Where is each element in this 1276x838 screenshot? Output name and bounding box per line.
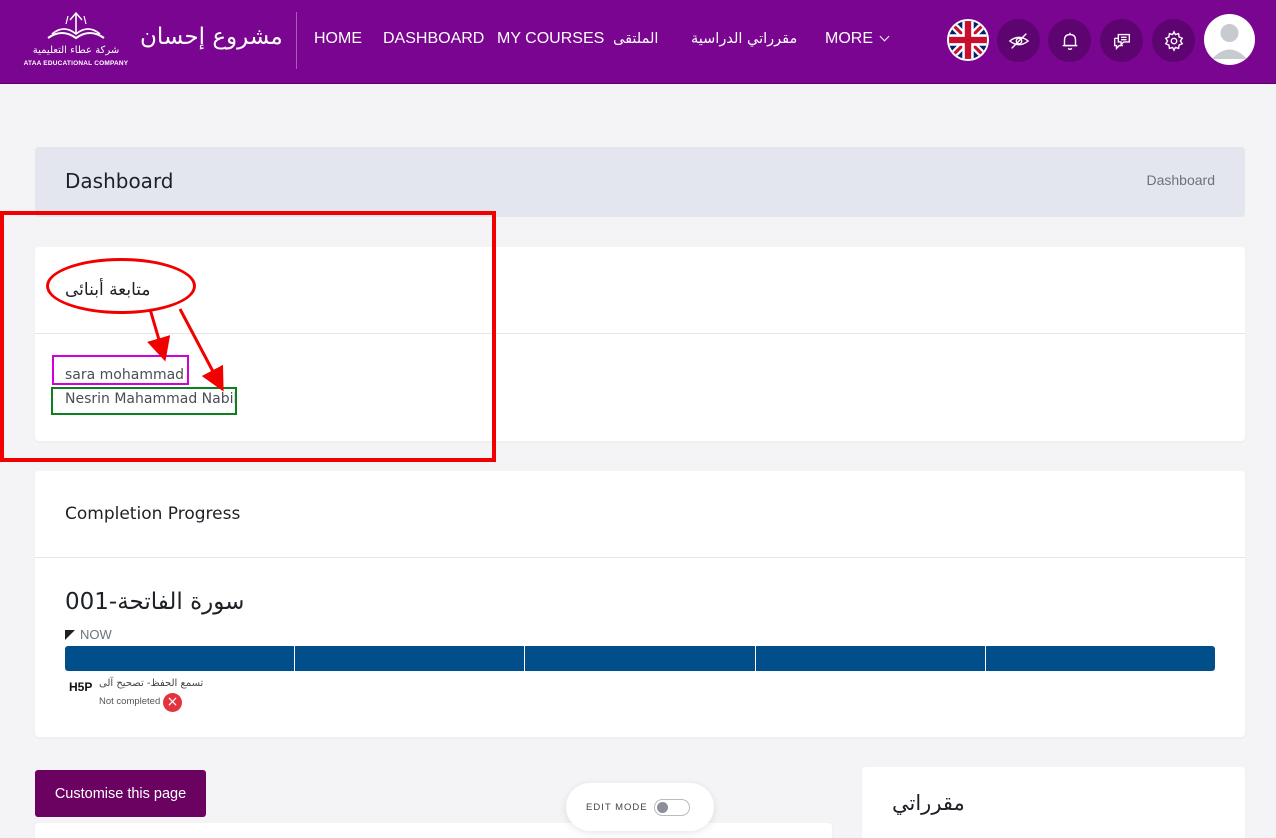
edit-mode-control: EDIT MODE (566, 783, 714, 831)
my-courses-block: مقرراتي (862, 767, 1245, 838)
edit-mode-toggle[interactable] (654, 799, 690, 816)
main-region-card (35, 823, 832, 838)
annotation-arrows (147, 308, 224, 392)
annotation-arrow-1 (147, 308, 171, 362)
annotation-arrow-2 (178, 308, 224, 392)
toggle-knob (657, 802, 668, 813)
edit-mode-label: EDIT MODE (586, 802, 648, 813)
customise-page-button[interactable]: Customise this page (35, 770, 206, 817)
my-courses-title: مقرراتي (892, 791, 965, 815)
